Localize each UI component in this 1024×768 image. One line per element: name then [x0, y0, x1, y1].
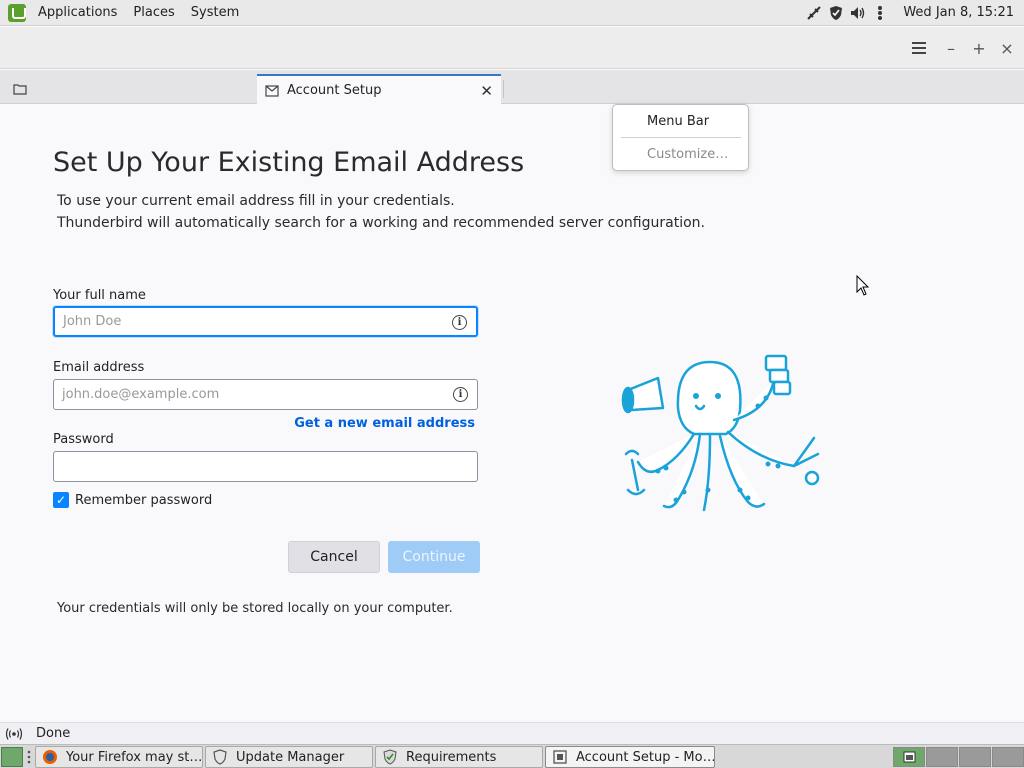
tab-label: Account Setup	[287, 83, 382, 98]
clock[interactable]: Wed Jan 8, 15:21	[903, 5, 1014, 20]
password-input[interactable]	[53, 451, 478, 482]
show-desktop-icon[interactable]	[1, 747, 23, 767]
applications-menu[interactable]: Applications	[34, 5, 121, 20]
email-label: Email address	[53, 360, 145, 375]
credentials-note: Your credentials will only be stored loc…	[57, 601, 453, 616]
places-menu[interactable]: Places	[129, 5, 178, 20]
full-name-label: Your full name	[53, 288, 146, 303]
mouse-cursor-icon	[856, 275, 870, 296]
menu-separator	[621, 137, 741, 138]
continue-button[interactable]: Continue	[388, 541, 480, 573]
maximize-icon[interactable]: +	[969, 38, 989, 58]
taskbar-handle	[27, 750, 31, 764]
hamburger-dropdown-menu: Menu Bar Customize…	[612, 104, 749, 171]
email-placeholder: john.doe@example.com	[62, 387, 220, 402]
tab-close-icon[interactable]: ✕	[480, 82, 493, 100]
octopus-mascot-illustration	[621, 354, 820, 512]
firefox-icon	[43, 750, 57, 764]
network-off-icon[interactable]	[806, 5, 822, 21]
info-icon[interactable]: i	[453, 387, 468, 402]
task-update-manager[interactable]: Update Manager	[205, 746, 373, 768]
folder-tab[interactable]	[0, 74, 40, 104]
cancel-button[interactable]: Cancel	[288, 541, 380, 573]
volume-icon[interactable]	[850, 5, 866, 21]
tab-separator	[503, 80, 504, 98]
task-label: Account Setup - Mo…	[576, 749, 715, 765]
full-name-placeholder: John Doe	[63, 314, 122, 329]
window-icon	[553, 750, 567, 764]
minimize-icon[interactable]: –	[941, 38, 961, 58]
more-vertical-icon[interactable]	[872, 5, 888, 21]
info-icon[interactable]: i	[452, 315, 467, 330]
status-bar: Done	[0, 722, 1024, 744]
shield-icon[interactable]	[828, 5, 844, 21]
workspace-3[interactable]	[959, 747, 991, 767]
envelope-settings-icon	[265, 84, 279, 97]
task-label: Your Firefox may st…	[66, 749, 203, 765]
hamburger-menu-icon[interactable]	[909, 38, 929, 58]
online-status-icon[interactable]	[6, 727, 22, 741]
folder-icon	[13, 84, 27, 95]
status-text: Done	[36, 726, 71, 741]
page-title: Set Up Your Existing Email Address	[53, 147, 525, 178]
intro-line-1: To use your current email address fill i…	[57, 193, 455, 209]
task-label: Update Manager	[236, 749, 345, 765]
account-setup-page: Set Up Your Existing Email Address To us…	[0, 105, 1024, 722]
shield-outline-icon	[213, 749, 227, 765]
window-titlebar: – + ×	[0, 27, 1024, 69]
email-input[interactable]: john.doe@example.com i	[53, 379, 478, 410]
tab-account-setup[interactable]: Account Setup ✕	[257, 74, 501, 105]
task-requirements[interactable]: Requirements	[375, 746, 543, 768]
password-label: Password	[53, 432, 114, 447]
full-name-input[interactable]: John Doe i	[53, 306, 478, 337]
task-label: Requirements	[406, 749, 497, 765]
get-new-email-link[interactable]: Get a new email address	[294, 416, 475, 431]
system-menu[interactable]: System	[187, 5, 243, 20]
remember-password-checkbox[interactable]: ✓	[53, 492, 69, 508]
shield-check-icon	[383, 749, 397, 765]
taskbar: Your Firefox may st… Update Manager Requ…	[0, 744, 1024, 768]
intro-line-2: Thunderbird will automatically search fo…	[57, 215, 705, 231]
mint-logo-icon[interactable]	[8, 3, 26, 22]
close-window-icon[interactable]: ×	[997, 38, 1017, 58]
workspace-2[interactable]	[926, 747, 958, 767]
workspace-1[interactable]	[893, 747, 925, 767]
task-firefox[interactable]: Your Firefox may st…	[35, 746, 203, 768]
menu-item-menu-bar[interactable]: Menu Bar	[647, 114, 709, 129]
remember-password-label[interactable]: Remember password	[75, 493, 212, 508]
system-panel: Applications Places System Wed Jan 8, 15…	[0, 0, 1024, 26]
tab-bar: Account Setup ✕	[0, 70, 1024, 105]
task-account-setup[interactable]: Account Setup - Mo…	[545, 746, 715, 768]
workspace-window-icon	[903, 751, 916, 763]
workspace-4[interactable]	[992, 747, 1024, 767]
menu-item-customize[interactable]: Customize…	[647, 147, 728, 162]
